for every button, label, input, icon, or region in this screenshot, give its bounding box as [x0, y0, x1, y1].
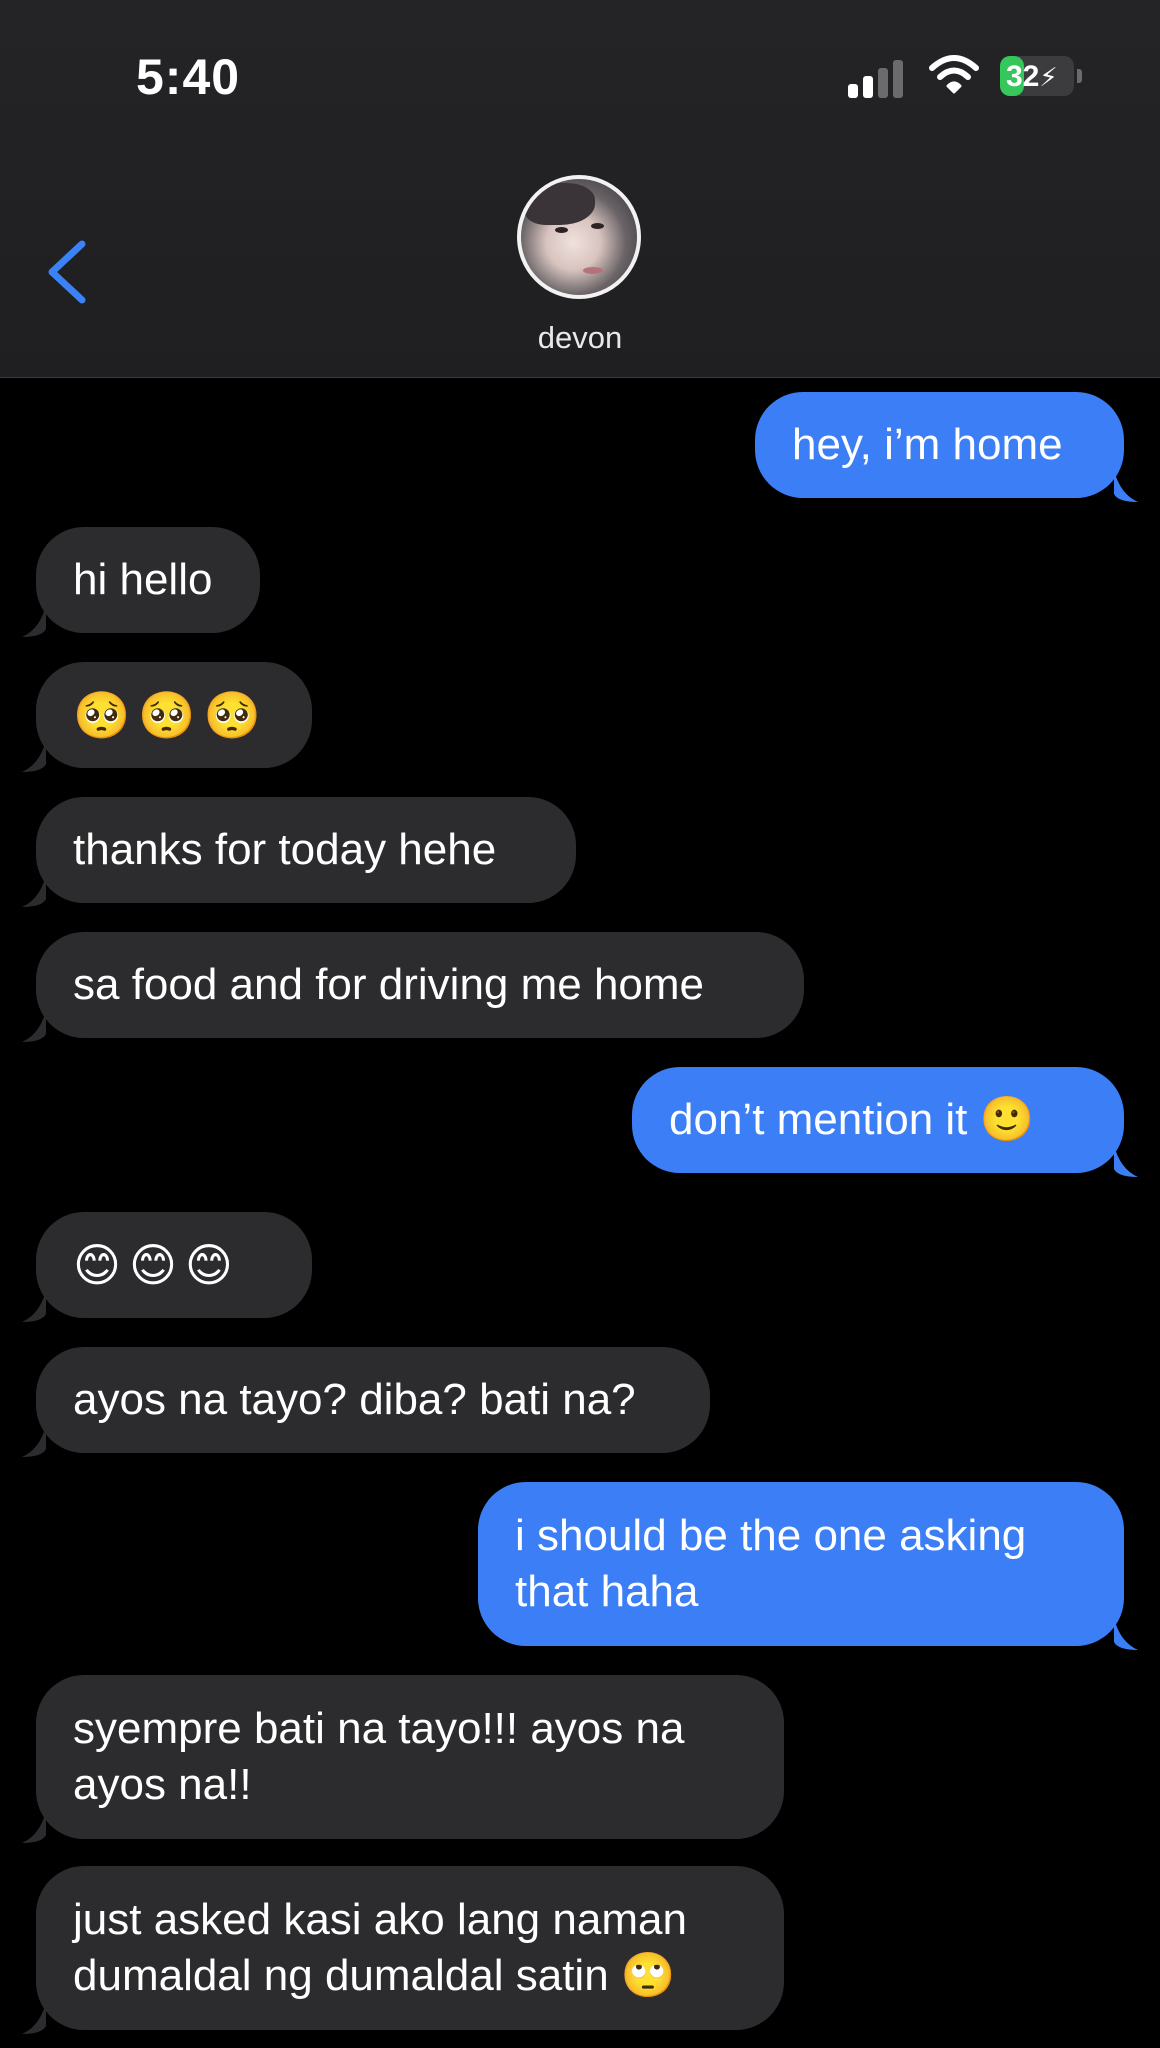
message-text: 😊😊😊: [73, 1238, 241, 1292]
bubble-tail: [22, 1290, 46, 1322]
incoming-message[interactable]: hi hello: [22, 527, 260, 637]
outgoing-message[interactable]: don’t mention it 🙂: [632, 1067, 1138, 1177]
avatar-lips: [583, 267, 603, 274]
message-text: 🥺🥺🥺: [73, 688, 269, 742]
message-text: ayos na tayo? diba? bati na?: [73, 1375, 636, 1424]
avatar-hair: [525, 183, 595, 225]
message-text: thanks for today hehe: [73, 825, 497, 874]
message-text-line: i should be the one asking: [515, 1511, 1027, 1560]
message-text-line: dumaldal ng dumaldal satin 🙄: [73, 1951, 676, 2000]
bubble-tail: [22, 605, 46, 637]
incoming-message[interactable]: ayos na tayo? diba? bati na?: [22, 1347, 710, 1457]
incoming-message[interactable]: just asked kasi ako lang naman dumaldal …: [22, 1866, 784, 2034]
battery-level: 32⚡: [1006, 60, 1058, 93]
incoming-message[interactable]: 😊😊😊: [22, 1212, 312, 1322]
status-time: 5:40: [136, 49, 241, 105]
bubble-tail: [22, 740, 46, 772]
message-text-line: ayos na!!: [73, 1760, 252, 1809]
cellular-signal-icon: [848, 60, 904, 98]
incoming-message[interactable]: syempre bati na tayo!!! ayos na ayos na!…: [22, 1675, 784, 1843]
chevron-left-icon[interactable]: [40, 232, 90, 312]
message-thread[interactable]: hey, i’m home hi hello 🥺🥺🥺 thanks for to…: [0, 378, 1160, 2048]
battery-indicator: 32⚡: [1000, 56, 1074, 96]
wifi-icon: [929, 55, 979, 94]
incoming-message[interactable]: sa food and for driving me home: [22, 932, 804, 1042]
avatar-eye: [555, 227, 568, 233]
conversation-header: 5:40 32⚡ devon: [0, 0, 1160, 378]
message-text-line: syempre bati na tayo!!! ayos na: [73, 1704, 685, 1753]
incoming-message[interactable]: 🥺🥺🥺: [22, 662, 312, 772]
contact-name[interactable]: devon: [0, 320, 1160, 356]
message-text-line: just asked kasi ako lang naman: [73, 1895, 687, 1944]
bubble-tail: [1114, 470, 1138, 502]
message-text: sa food and for driving me home: [73, 960, 705, 1009]
battery-cap: [1077, 69, 1082, 83]
message-text: hey, i’m home: [792, 420, 1063, 469]
message-text-line: that haha: [515, 1567, 699, 1616]
message-text: don’t mention it 🙂: [669, 1095, 1035, 1144]
bubble-tail: [22, 1010, 46, 1042]
incoming-message[interactable]: thanks for today hehe: [22, 797, 576, 907]
outgoing-message[interactable]: i should be the one asking that haha: [478, 1482, 1138, 1650]
contact-avatar[interactable]: [517, 175, 641, 299]
message-text: hi hello: [73, 555, 213, 604]
avatar-eye: [591, 223, 604, 229]
bubble-tail: [22, 2002, 46, 2034]
bubble-tail: [22, 1811, 46, 1843]
bubble-tail: [22, 1425, 46, 1457]
bubble-tail: [22, 875, 46, 907]
bubble-tail: [1114, 1618, 1138, 1650]
bubble-tail: [1114, 1145, 1138, 1177]
outgoing-message[interactable]: hey, i’m home: [755, 392, 1138, 502]
